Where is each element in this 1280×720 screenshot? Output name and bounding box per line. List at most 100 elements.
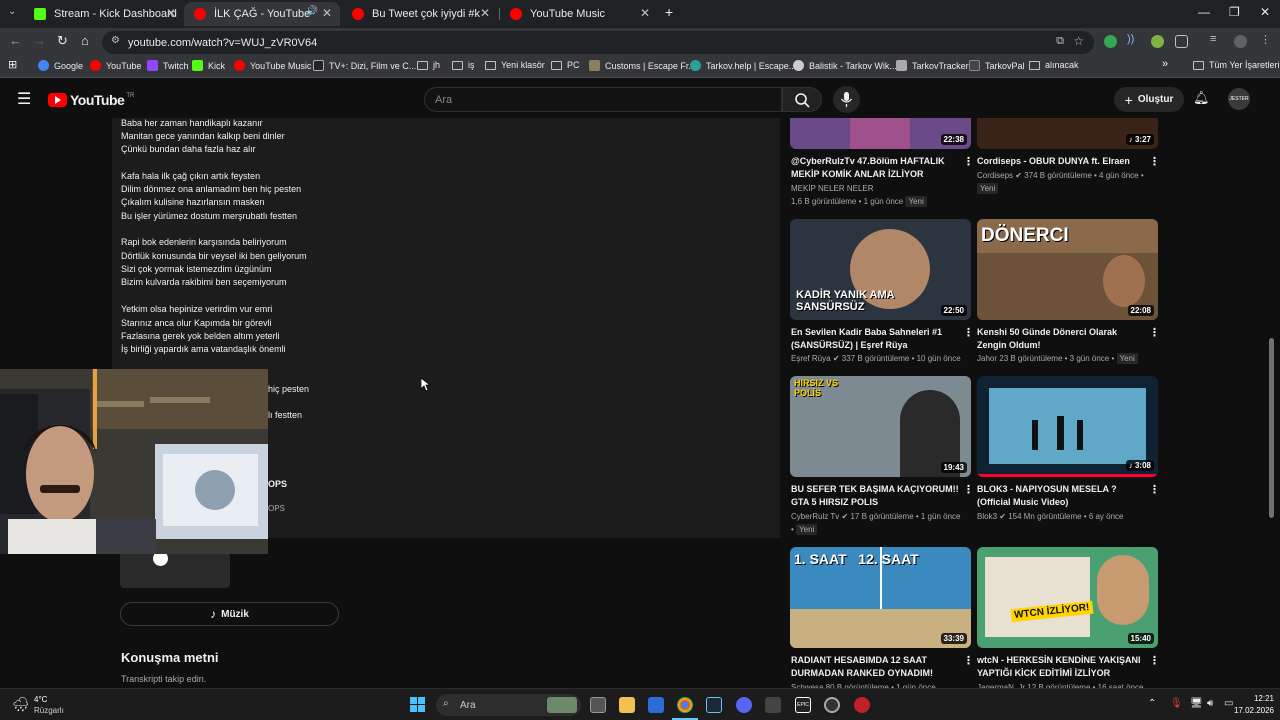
site-info-icon[interactable]: ⚙ — [111, 35, 120, 46]
video-thumbnail[interactable]: HIRSIZ VS POLİS 19:43 — [790, 376, 971, 477]
create-button[interactable]: + Oluştur — [1114, 87, 1184, 112]
voice-search-button[interactable] — [833, 86, 860, 113]
video-channel[interactable]: CyberRulz Tv — [791, 512, 839, 521]
weather-temperature[interactable]: 4°C — [34, 695, 47, 704]
bookmark-google[interactable]: Google — [38, 60, 83, 71]
apps-grid-icon[interactable]: ⊞ — [8, 58, 17, 71]
more-bookmarks-icon[interactable]: » — [1162, 58, 1168, 70]
app-red-icon[interactable] — [854, 697, 870, 713]
chrome-icon[interactable] — [677, 697, 693, 713]
microsoft-store-icon[interactable] — [648, 697, 664, 713]
search-button[interactable] — [782, 87, 822, 112]
volume-icon[interactable]: 🔊︎ — [1207, 698, 1213, 709]
home-icon[interactable]: ⌂ — [81, 33, 89, 48]
video-title[interactable]: BU SEFER TEK BAŞIMA KAÇIYORUM!! GTA 5 HI… — [791, 483, 961, 509]
video-thumbnail[interactable]: ♪ 3:08 — [977, 376, 1158, 477]
taskbar-search-box[interactable]: ⌕ Ara — [436, 694, 581, 716]
forward-icon[interactable]: → — [33, 33, 46, 48]
more-actions-icon[interactable]: ⋮ — [963, 483, 974, 496]
notifications-bell-icon[interactable]: 🔔︎ — [1193, 90, 1210, 106]
video-channel[interactable]: Cordiseps — [977, 171, 1013, 180]
music-button[interactable]: ♪ Müzik — [120, 602, 339, 626]
video-title[interactable]: Cordiseps - OBUR DUNYA ft. Elraen — [977, 155, 1147, 168]
bookmark-tarkovtracker[interactable]: TarkovTracker — [896, 60, 969, 71]
bookmark-folder-jh[interactable]: jh — [417, 60, 440, 70]
reading-list-icon[interactable]: ≡ — [1210, 33, 1223, 46]
video-channel[interactable]: MEKİP NELER NELER — [791, 184, 874, 193]
weather-icon[interactable]: 🌧︎ — [12, 696, 30, 713]
tab-tweet-video[interactable]: Bu Tweet çok iyiydi #keşfet #v ✕ — [342, 2, 498, 26]
clock-time[interactable]: 12:21 — [1244, 694, 1274, 703]
video-title[interactable]: @CyberRulzTv 47.Bölüm HAFTALIK MEKİP KOM… — [791, 155, 961, 181]
video-thumbnail[interactable]: KADİR YANIK AMA SANSÜRSÜZ 22:50 — [790, 219, 971, 320]
tab-kick-dashboard[interactable]: Stream - Kick Dashboard ✕ — [24, 2, 184, 26]
bookmark-youtube-music[interactable]: YouTube Music — [234, 60, 311, 71]
bookmark-folder-is[interactable]: iş — [452, 60, 475, 70]
tab-search-icon[interactable]: ⌄ — [8, 6, 16, 17]
video-channel[interactable]: Jahor — [977, 354, 997, 363]
close-tab-icon[interactable]: ✕ — [322, 6, 332, 20]
video-channel[interactable]: Eşref Rüya — [791, 354, 831, 363]
more-actions-icon[interactable]: ⋮ — [963, 155, 974, 168]
video-thumbnail[interactable]: 22:38 — [790, 118, 971, 149]
new-tab-button[interactable]: + — [665, 4, 673, 20]
close-tab-icon[interactable]: ✕ — [640, 6, 650, 20]
close-window-icon[interactable]: ✕ — [1260, 5, 1270, 19]
clock-date[interactable]: 17.02.2026 — [1224, 706, 1274, 715]
more-actions-icon[interactable]: ⋮ — [1149, 326, 1160, 339]
video-thumbnail[interactable]: WTCN İZLİYOR! 15:40 — [977, 547, 1158, 648]
page-scrollbar[interactable] — [1269, 338, 1274, 518]
video-title[interactable]: BLOK3 - NAPIYOSUN MESELA ? (Official Mus… — [977, 483, 1147, 509]
steam-icon[interactable] — [706, 697, 722, 713]
bookmark-twitch[interactable]: Twitch — [147, 60, 189, 71]
bookmark-tarkov-help[interactable]: Tarkov.help | Escape... — [690, 60, 796, 71]
app-icon[interactable] — [765, 697, 781, 713]
video-title[interactable]: wtcN - HERKESİN KENDİNE YAKIŞANI YAPTIĞI… — [977, 654, 1147, 680]
audio-extension-icon[interactable]: )) — [1127, 33, 1140, 46]
back-icon[interactable]: ← — [9, 33, 22, 48]
windows-start-icon[interactable] — [410, 697, 426, 713]
weather-description[interactable]: Rüzgarlı — [34, 706, 64, 715]
all-bookmarks-folder[interactable]: Tüm Yer İşaretleri — [1193, 60, 1280, 70]
bookmark-folder-alinacak[interactable]: alınacak — [1029, 60, 1079, 70]
video-thumbnail[interactable]: DÖNERCI 22:08 — [977, 219, 1158, 320]
video-thumbnail[interactable]: 1. SAAT 12. SAAT 33:39 — [790, 547, 971, 648]
close-tab-icon[interactable]: ✕ — [166, 6, 176, 20]
bookmark-folder-pc[interactable]: PC — [551, 60, 580, 70]
bookmark-balistik[interactable]: Balistik - Tarkov Wik... — [793, 60, 897, 71]
task-view-icon[interactable] — [590, 697, 606, 713]
bookmark-star-icon[interactable]: ☆ — [1073, 34, 1084, 48]
more-actions-icon[interactable]: ⋮ — [1149, 155, 1160, 168]
bookmark-customs[interactable]: Customs | Escape Fr... — [589, 60, 696, 71]
install-app-icon[interactable]: ⧉ — [1056, 35, 1064, 48]
more-actions-icon[interactable]: ⋮ — [963, 326, 974, 339]
video-channel[interactable]: Blok3 — [977, 512, 997, 521]
bookmark-kick[interactable]: Kick — [192, 60, 225, 71]
minimize-icon[interactable]: — — [1198, 5, 1210, 19]
discord-icon[interactable] — [736, 697, 752, 713]
audio-playing-icon[interactable]: 🔊 — [306, 6, 318, 17]
address-bar[interactable]: ⚙ youtube.com/watch?v=WUJ_zVR0V64 ⧉ ☆ — [102, 31, 1094, 54]
epic-games-icon[interactable]: EPIC — [795, 697, 811, 713]
search-input[interactable]: Ara — [424, 87, 782, 112]
video-title[interactable]: RADIANT HESABIMDA 12 SAAT DURMADAN RANKE… — [791, 654, 961, 680]
extensions-puzzle-icon[interactable] — [1175, 35, 1188, 48]
show-hidden-icons[interactable]: ⌃ — [1148, 698, 1156, 709]
microphone-in-use-icon[interactable]: 🎙︎ — [1170, 698, 1183, 709]
video-title[interactable]: Kenshi 50 Günde Dönerci Olarak Zengin Ol… — [977, 326, 1147, 352]
bookmark-youtube[interactable]: YouTube — [90, 60, 141, 71]
restore-icon[interactable]: ❐ — [1229, 5, 1240, 19]
profile-avatar-icon[interactable] — [1234, 35, 1247, 48]
extension-icon[interactable] — [1104, 35, 1117, 48]
hamburger-menu-icon[interactable]: ☰ — [17, 89, 31, 109]
video-title[interactable]: En Sevilen Kadir Baba Sahneleri #1 (SANS… — [791, 326, 961, 352]
bookmark-folder-yeni-klasor[interactable]: Yeni klasör — [485, 60, 545, 70]
video-thumbnail[interactable]: ♪ 3:27 — [977, 118, 1158, 149]
music-card-thumbnail[interactable] — [120, 552, 230, 588]
bookmark-tvplus[interactable]: TV+: Dizi, Film ve C... — [313, 60, 416, 71]
tab-ilk-cag-youtube[interactable]: İLK ÇAĞ - YouTube 🔊 ✕ — [184, 2, 340, 26]
chrome-menu-icon[interactable]: ⋮ — [1260, 33, 1273, 46]
youtube-logo[interactable]: YouTube TR — [48, 92, 134, 108]
bookmark-tarkovpal[interactable]: TarkovPal — [969, 60, 1025, 71]
more-actions-icon[interactable]: ⋮ — [1149, 654, 1160, 667]
